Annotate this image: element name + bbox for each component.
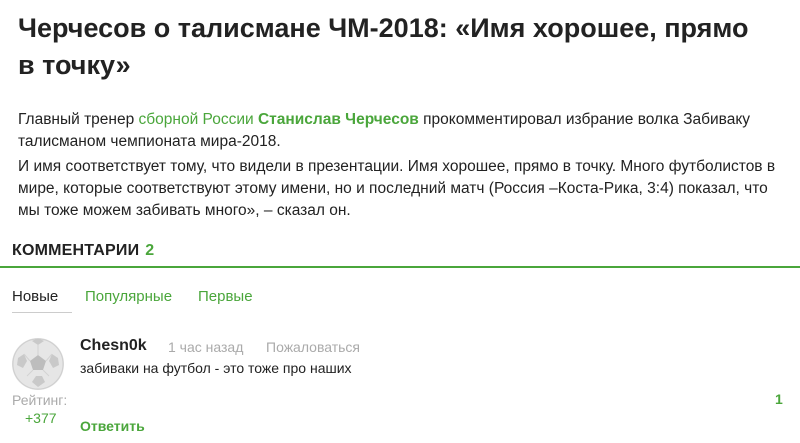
comments-divider [0, 266, 800, 268]
rating-value: +377 [25, 410, 57, 426]
article-paragraph-1: Главный тренер сборной России Станислав … [18, 109, 778, 153]
paragraph-text: Главный тренер [18, 111, 139, 128]
tab-first[interactable]: Первые [198, 288, 253, 305]
tab-new[interactable]: Новые [12, 288, 58, 305]
comments-count: 2 [145, 242, 155, 259]
comment-author[interactable]: Chesn0k [80, 337, 147, 355]
comment-score: 1 [775, 391, 783, 407]
tab-popular[interactable]: Популярные [85, 288, 172, 305]
reply-button[interactable]: Ответить [80, 418, 145, 434]
rating-label: Рейтинг: [12, 392, 68, 408]
article-title: Черчесов о талисмане ЧМ-2018: «Имя хорош… [18, 13, 749, 80]
soccer-ball-icon[interactable] [12, 338, 64, 390]
comments-heading-label: КОММЕНТАРИИ [12, 242, 140, 259]
link-russia-team[interactable]: сборной России [139, 111, 254, 128]
active-tab-underline [12, 312, 72, 313]
comment-timestamp: 1 час назад [168, 339, 244, 355]
comment-text: забиваки на футбол - это тоже про наших [80, 360, 352, 376]
report-link[interactable]: Пожаловаться [266, 339, 360, 355]
comments-heading: КОММЕНТАРИИ 2 [12, 242, 154, 260]
article-paragraph-2: И имя соответствует тому, что видели в п… [18, 158, 776, 219]
link-cherchesov[interactable]: Станислав Черчесов [258, 111, 419, 128]
